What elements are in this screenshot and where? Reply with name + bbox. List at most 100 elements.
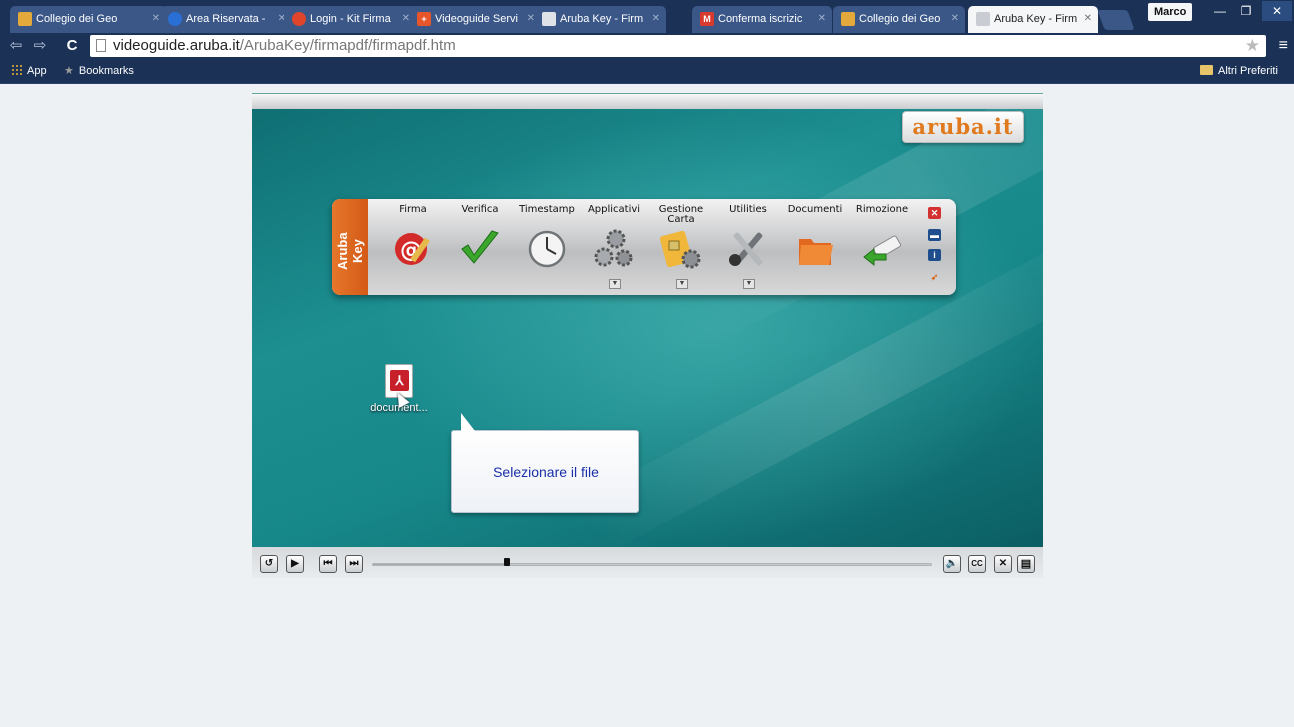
palette-item-label: Rimozione	[855, 204, 909, 215]
tab-title: Conferma iscrizic	[718, 13, 803, 25]
apps-label: App	[27, 65, 47, 77]
address-bar[interactable]: videoguide.aruba.it/ArubaKey/firmapdf/fi…	[90, 35, 1266, 57]
site-favicon-icon: +	[417, 12, 431, 26]
tab-title: Videoguide Servi	[435, 13, 518, 25]
palette-minimize-icon[interactable]: ▬	[928, 229, 941, 241]
browser-tab[interactable]: + Videoguide Servi ✕	[409, 6, 541, 33]
page-favicon-icon	[976, 12, 990, 26]
closed-captions-icon[interactable]: CC	[968, 555, 986, 573]
star-icon: ★	[64, 65, 74, 77]
close-tab-icon[interactable]: ✕	[951, 6, 959, 32]
seek-bar[interactable]	[372, 558, 932, 566]
other-bookmarks-folder[interactable]: Altri Preferiti	[1200, 59, 1278, 83]
reload-icon[interactable]: C	[62, 36, 82, 56]
aruba-key-palette: Aruba Key Firma @ Verifica Timestamp App…	[332, 199, 956, 295]
play-icon[interactable]: ▶	[286, 555, 304, 573]
gmail-favicon-icon: M	[700, 12, 714, 26]
page-icon	[96, 39, 106, 52]
checkmark-icon	[458, 227, 502, 271]
page-favicon-icon	[542, 12, 556, 26]
palette-item-gestione-carta[interactable]: Gestione Carta	[650, 205, 712, 271]
site-favicon-icon	[841, 12, 855, 26]
browser-tab-active[interactable]: Aruba Key - Firm ✕	[968, 6, 1098, 33]
other-bookmarks-label: Altri Preferiti	[1218, 65, 1278, 77]
forward-arrow-icon[interactable]: ⇨	[30, 36, 50, 56]
gestione-carta-dropdown-icon[interactable]: ▼	[676, 279, 688, 289]
next-slide-icon[interactable]: ⏭	[345, 555, 363, 573]
back-arrow-icon[interactable]: ⇦	[6, 36, 26, 56]
minimize-icon[interactable]: —	[1208, 1, 1232, 21]
palette-close-icon[interactable]: ✕	[928, 207, 941, 219]
tools-icon	[726, 227, 770, 271]
palette-item-label: Utilities	[729, 204, 767, 215]
url-text[interactable]: videoguide.aruba.it/ArubaKey/firmapdf/fi…	[113, 35, 456, 57]
new-tab-button[interactable]	[1097, 10, 1135, 30]
usb-key-icon	[860, 227, 904, 271]
close-window-icon[interactable]: ✕	[1262, 1, 1292, 21]
browser-tab[interactable]: Area Riservata - ✕	[160, 6, 292, 33]
bookmark-star-icon[interactable]: ★	[1245, 36, 1260, 56]
site-favicon-icon	[18, 12, 32, 26]
bookmarks-folder[interactable]: ★ Bookmarks	[64, 59, 134, 83]
palette-item-applicativi[interactable]: Applicativi	[583, 205, 645, 271]
palette-info-icon[interactable]: i	[928, 249, 941, 261]
browser-tab[interactable]: Aruba Key - Firm ✕	[534, 6, 666, 33]
site-favicon-icon	[292, 12, 306, 26]
browser-toolbar: ⇦ ⇨ C videoguide.aruba.it/ArubaKey/firma…	[0, 33, 1294, 59]
palette-item-firma[interactable]: Firma @	[382, 205, 444, 271]
previous-slide-icon[interactable]: ⏮	[319, 555, 337, 573]
browser-tab[interactable]: Login - Kit Firma ✕	[284, 6, 416, 33]
rewind-icon[interactable]: ↺	[260, 555, 278, 573]
tab-title: Area Riservata -	[186, 13, 266, 25]
utilities-dropdown-icon[interactable]: ▼	[743, 279, 755, 289]
at-sign-pen-icon: @	[391, 227, 435, 271]
player-controls: ↺ ▶ ⏮ ⏭ 🔈 CC ✕ ▤	[252, 547, 1043, 578]
palette-resize-icon[interactable]: ➶	[928, 271, 941, 283]
folder-icon	[1200, 65, 1213, 75]
close-tab-icon[interactable]: ✕	[1084, 6, 1092, 32]
player-top-bar	[252, 93, 1043, 109]
bookmarks-bar: App ★ Bookmarks Altri Preferiti	[0, 59, 1294, 84]
site-favicon-icon	[168, 12, 182, 26]
print-icon[interactable]: ▤	[1017, 555, 1035, 573]
tab-title: Collegio dei Geo	[859, 13, 941, 25]
applicativi-dropdown-icon[interactable]: ▼	[609, 279, 621, 289]
seek-progress	[373, 564, 507, 565]
apps-grid-icon	[11, 64, 22, 75]
palette-item-documenti[interactable]: Documenti	[784, 205, 846, 271]
browser-tab[interactable]: Collegio dei Geo ✕	[833, 6, 965, 33]
close-tab-icon[interactable]: ✕	[652, 6, 660, 32]
volume-icon[interactable]: 🔈	[943, 555, 961, 573]
palette-item-label: Applicativi	[587, 204, 641, 215]
palette-item-verifica[interactable]: Verifica	[449, 205, 511, 271]
profile-button[interactable]: Marco	[1148, 3, 1193, 21]
clock-icon	[525, 227, 569, 271]
apps-bookmark[interactable]: App	[11, 59, 47, 83]
gears-icon	[592, 227, 636, 271]
seek-thumb[interactable]	[503, 558, 510, 566]
tab-title: Aruba Key - Firm	[560, 13, 644, 25]
tab-title: Aruba Key - Firm	[994, 13, 1078, 25]
browser-tab-strip: Collegio dei Geo ✕ Area Riservata - ✕ Lo…	[0, 0, 1294, 33]
video-stage: aruba.it Aruba Key Firma @ Verifica Time…	[252, 109, 1043, 547]
browser-tab[interactable]: Collegio dei Geo ✕	[10, 6, 166, 33]
restore-icon[interactable]: ❐	[1234, 1, 1258, 21]
tab-title: Collegio dei Geo	[36, 13, 118, 25]
instruction-callout: Selezionare il file	[451, 413, 639, 513]
palette-item-rimozione[interactable]: Rimozione	[851, 205, 913, 271]
palette-title: Aruba Key	[335, 232, 365, 270]
palette-item-label: Documenti	[787, 204, 843, 215]
palette-item-label: Gestione Carta	[658, 204, 704, 225]
chrome-menu-icon[interactable]: ≡	[1279, 36, 1288, 56]
palette-title-tab: Aruba Key	[332, 199, 368, 295]
palette-item-timestamp[interactable]: Timestamp	[516, 205, 578, 271]
folder-icon	[793, 227, 837, 271]
browser-tab[interactable]: M Conferma iscrizic ✕	[692, 6, 832, 33]
palette-item-utilities[interactable]: Utilities	[717, 205, 779, 271]
exit-icon[interactable]: ✕	[994, 555, 1012, 573]
close-tab-icon[interactable]: ✕	[152, 6, 160, 32]
close-tab-icon[interactable]: ✕	[818, 6, 826, 32]
url-host: videoguide.aruba.it	[113, 37, 240, 54]
palette-item-label: Firma	[399, 204, 427, 215]
url-path: /ArubaKey/firmapdf/firmapdf.htm	[239, 37, 456, 54]
